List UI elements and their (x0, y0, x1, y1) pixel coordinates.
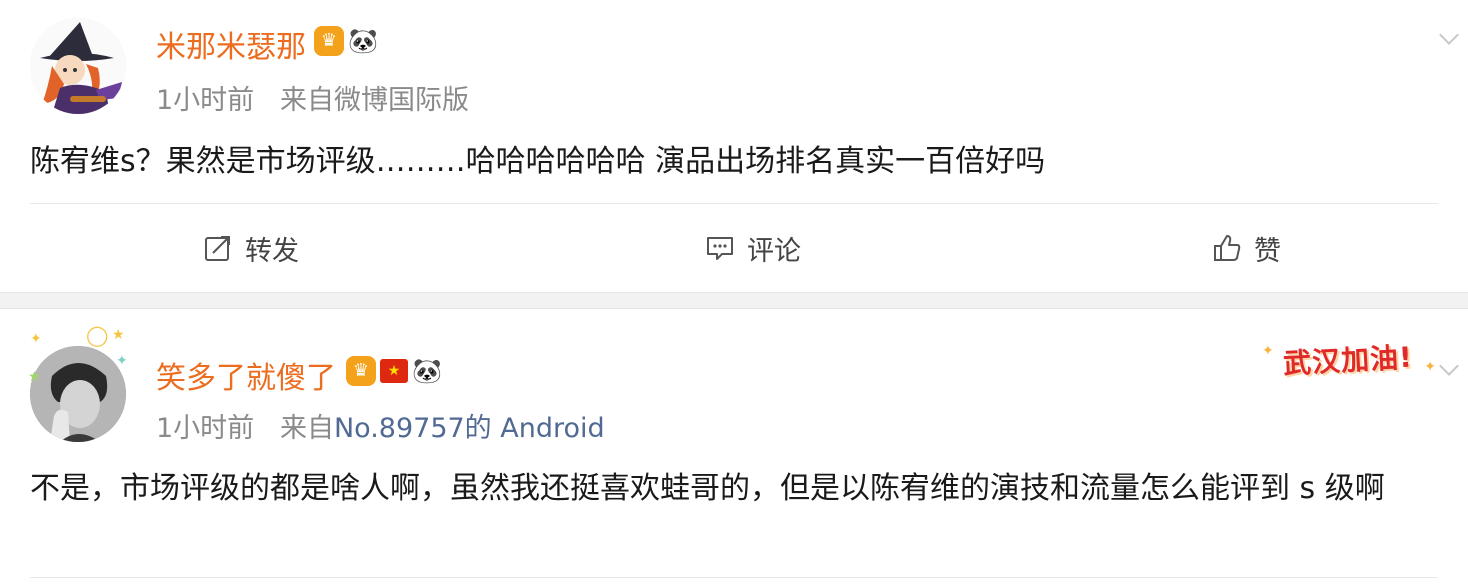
repost-label: 转发 (245, 235, 299, 267)
post-time: 1小时前 (156, 85, 255, 116)
post-source: 微博国际版 (333, 85, 469, 116)
chevron-down-icon[interactable] (1439, 356, 1459, 376)
panda-icon[interactable]: 🐼 (348, 26, 378, 56)
repost-icon (205, 236, 230, 261)
post-source-link[interactable]: No.89757的 Android (334, 413, 605, 444)
sparkle-icon: ✦ (1424, 359, 1436, 375)
repost-button[interactable]: 转发 (203, 228, 299, 268)
user-badges: ♛ 🐼 (314, 26, 378, 56)
wuhan-support-decoration: ✦ 武汉加油! ✦ (1258, 329, 1438, 389)
star-decoration-icon: ✦ (116, 353, 128, 369)
portrait-avatar-icon (30, 346, 126, 442)
witch-avatar-icon (30, 18, 126, 114)
crown-badge-icon[interactable]: ♛ (346, 356, 376, 386)
divider (30, 203, 1438, 204)
china-flag-icon[interactable]: ★ (380, 359, 408, 383)
crown-badge-icon[interactable]: ♛ (314, 26, 344, 56)
comment-label: 评论 (747, 235, 801, 267)
post-content: 不是，市场评级的都是啥人啊，虽然我还挺喜欢蛙哥的，但是以陈宥维的演技和流量怎么能… (30, 471, 1385, 506)
username[interactable]: 米那米瑟那 (156, 22, 306, 66)
decoration-text: 武汉加油! (1282, 340, 1414, 381)
source-prefix: 来自 (279, 413, 334, 444)
comment-button[interactable]: 评论 (705, 228, 801, 268)
user-badges: ♛ ★ 🐼 (346, 356, 442, 386)
chevron-down-icon[interactable] (1439, 25, 1459, 45)
star-decoration-icon: ★ (28, 369, 41, 385)
panda-icon[interactable]: 🐼 (412, 356, 442, 386)
divider (30, 577, 1438, 578)
like-label: 赞 (1254, 235, 1281, 267)
post-content: 陈宥维s？果然是市场评级………哈哈哈哈哈哈 演品出场排名真实一百倍好吗 (30, 144, 1046, 179)
source-prefix: 来自 (279, 85, 334, 116)
sparkle-icon: ✦ (1262, 343, 1274, 359)
username[interactable]: 笑多了就傻了 (156, 353, 336, 397)
comment-card-1: 米那米瑟那 ♛ 🐼 1小时前 来自微博国际版 陈宥维s？果然是市场评级………哈哈… (0, 0, 1468, 292)
post-meta: 1小时前 来自No.89757的 Android (156, 406, 605, 445)
comment-icon (707, 237, 733, 260)
post-time: 1小时前 (156, 413, 255, 444)
user-avatar[interactable] (30, 18, 126, 114)
post-separator (0, 292, 1468, 309)
user-avatar[interactable] (30, 346, 126, 442)
star-decoration-icon: ★ (112, 327, 125, 343)
thumbs-up-icon (1214, 235, 1241, 261)
post-meta: 1小时前 来自微博国际版 (156, 78, 469, 117)
like-button[interactable]: 赞 (1212, 228, 1281, 268)
comment-card-2: ✦ ★ ◯ ✦ ★ 笑多了就傻了 ♛ ★ 🐼 1小时前 来自No.89757的 … (0, 309, 1468, 587)
star-decoration-icon: ✦ (30, 331, 42, 347)
halo-icon: ◯ (86, 323, 109, 347)
